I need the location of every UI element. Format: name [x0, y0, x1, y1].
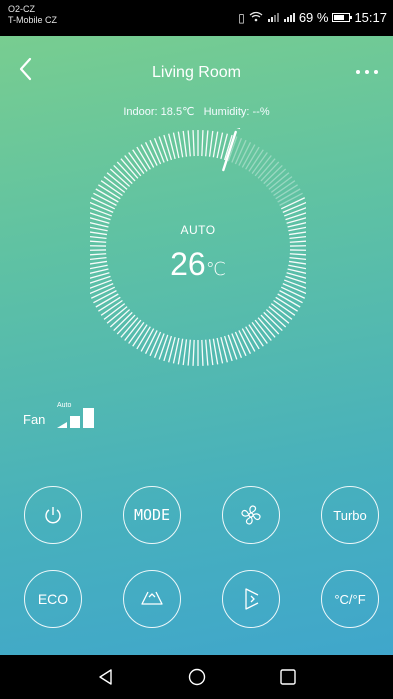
- eco-button[interactable]: ECO: [24, 570, 82, 628]
- dial-tick: [90, 283, 114, 295]
- turbo-button-label: Turbo: [333, 507, 367, 523]
- dial-tick: [182, 339, 188, 366]
- carrier-secondary: T-Mobile CZ: [8, 15, 58, 25]
- home-circle-icon[interactable]: [175, 655, 219, 699]
- dial-tick: [149, 331, 162, 357]
- dial-tick: [205, 339, 209, 366]
- swing-horizontal-icon: [245, 588, 259, 610]
- unit-toggle-label: °C/°F: [334, 591, 366, 607]
- battery-icon: [332, 13, 353, 22]
- fan-label: Fan: [23, 412, 46, 427]
- dial-tick: [149, 139, 162, 165]
- dial-tick: [158, 334, 169, 360]
- system-nav-bar: [0, 655, 393, 699]
- mode-button[interactable]: MODE: [123, 486, 181, 544]
- fan-icon: [241, 505, 261, 525]
- dial-tick: [90, 240, 107, 243]
- dial-tick: [201, 339, 204, 366]
- mode-label: AUTO: [180, 223, 216, 237]
- temperature-number: 26: [170, 246, 206, 282]
- dial-pointer: [222, 130, 237, 172]
- carrier-primary: O2-CZ: [8, 4, 35, 14]
- dial-tick: [212, 131, 219, 158]
- status-bar: O2-CZ T-Mobile CZ ▯ 69 % 15:17: [0, 0, 393, 36]
- clock: 15:17: [354, 10, 387, 25]
- swing-vertical-icon: [141, 591, 163, 605]
- dial-tick: [234, 331, 247, 357]
- dial-tick: [231, 333, 243, 358]
- more-dots-icon[interactable]: [351, 64, 383, 80]
- recents-square-icon[interactable]: [266, 655, 310, 699]
- battery-percent: 69 %: [298, 10, 329, 25]
- dial-tick: [201, 130, 204, 157]
- humidity-label: Humidity:: [203, 106, 250, 118]
- dial-pointer-head: [236, 128, 241, 130]
- dial-tick: [234, 139, 247, 165]
- dial-tick: [282, 201, 306, 213]
- temperature-dial[interactable]: AUTO 26℃: [90, 128, 306, 368]
- dial-tick: [208, 130, 214, 157]
- carrier-info: O2-CZ T-Mobile CZ: [8, 4, 57, 26]
- header: Living Room: [0, 56, 393, 92]
- signal-icon: [267, 11, 279, 25]
- dial-tick: [208, 339, 214, 366]
- indoor-label: Indoor:: [123, 106, 158, 118]
- dial-tick: [182, 130, 188, 157]
- eco-button-label: ECO: [37, 591, 69, 607]
- dial-tick: [187, 339, 191, 366]
- fan-mode-button[interactable]: [222, 486, 280, 544]
- signal-icon: [283, 11, 295, 25]
- mode-button-label: MODE: [133, 506, 171, 524]
- dial-tick: [177, 131, 184, 158]
- humidity-value: --%: [252, 106, 270, 118]
- page-title: Living Room: [152, 64, 241, 81]
- indoor-value: 18.5℃: [160, 106, 195, 118]
- dial-tick: [212, 338, 219, 365]
- wifi-icon: [249, 11, 263, 25]
- dial-tick: [289, 240, 306, 243]
- status-icons: ▯ 69 % 15:17: [238, 10, 387, 25]
- dial-tick: [282, 283, 306, 295]
- dial-tick: [192, 339, 195, 366]
- swing-vertical-button[interactable]: [123, 570, 181, 628]
- dial-tick: [153, 138, 165, 163]
- back-triangle-icon[interactable]: [84, 655, 128, 699]
- temperature-value: 26℃: [90, 246, 306, 283]
- dial-tick: [192, 130, 195, 157]
- environment-readout: Indoor: 18.5℃ Humidity: --%: [0, 105, 393, 118]
- fan-bars-icon[interactable]: [57, 406, 99, 428]
- dial-tick: [90, 201, 114, 213]
- turbo-button[interactable]: Turbo: [321, 486, 379, 544]
- dial-tick: [177, 338, 184, 365]
- dial-tick: [187, 130, 191, 157]
- dial-tick: [153, 333, 165, 358]
- power-button[interactable]: [24, 486, 82, 544]
- swing-horizontal-button[interactable]: [222, 570, 280, 628]
- unit-toggle-button[interactable]: °C/°F: [321, 570, 379, 628]
- temperature-unit: ℃: [205, 259, 226, 279]
- dial-tick: [227, 334, 238, 360]
- vibrate-icon: ▯: [238, 10, 245, 25]
- power-icon: [45, 507, 61, 524]
- dial-tick: [158, 136, 169, 162]
- app-screen: O2-CZ T-Mobile CZ ▯ 69 % 15:17 Living Ro…: [0, 0, 393, 699]
- dial-tick: [205, 130, 209, 157]
